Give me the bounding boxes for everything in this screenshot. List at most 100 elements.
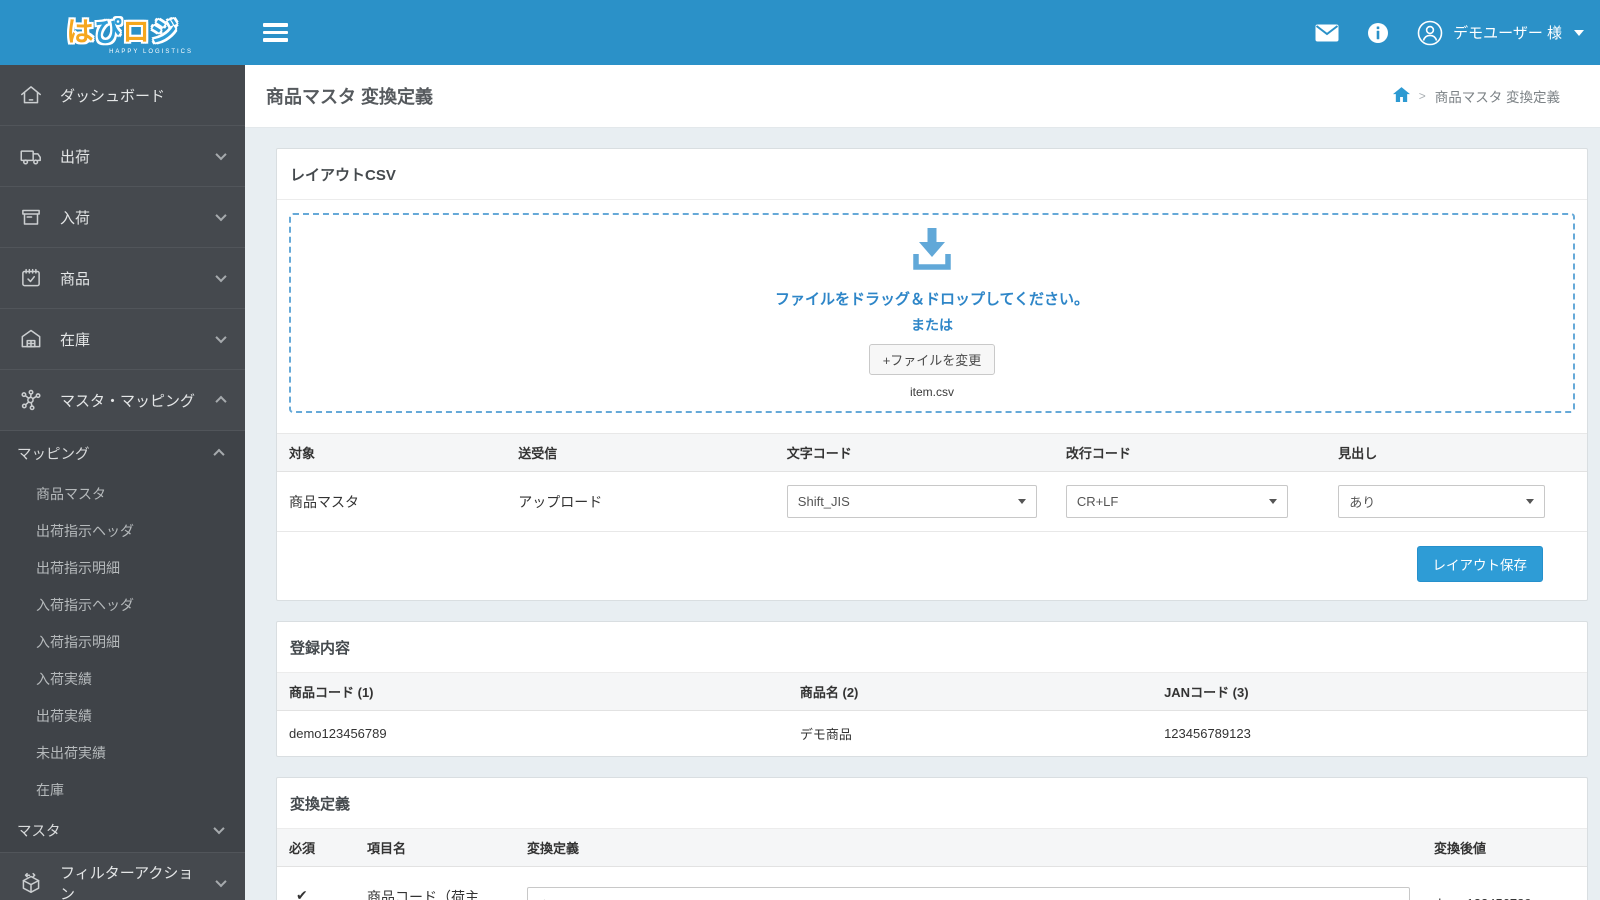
registered-content-panel: 登録内容 商品コード (1) 商品名 (2) JANコード (3) demo12… [276,621,1588,757]
home-icon [17,81,45,109]
dropzone-or-label: または [911,317,953,333]
save-layout-button[interactable]: レイアウト保存 [1416,546,1543,582]
col-target: 対象 [277,433,507,472]
required-check-icon: ✔ [296,887,308,900]
col-conversion-def: 変換定義 [515,829,1422,867]
product-name-value: デモ商品 [799,727,852,742]
sidebar-item-master-mapping[interactable]: マスタ・マッピング [0,370,245,431]
chevron-down-icon [215,875,227,888]
sidebar: はぴロジ HAPPY LOGISTICS ダッシュボード 出荷 入荷 商品 在庫… [0,0,245,900]
table-header-row: 対象 送受信 文字コード 改行コード 見出し [277,433,1587,472]
sidebar-item-dashboard[interactable]: ダッシュボード [0,65,245,126]
inbox-icon [17,203,45,231]
calendar-check-icon [17,264,45,292]
chevron-up-icon [213,448,225,461]
dropzone-message: ファイルをドラッグ＆ドロップしてください。 [774,291,1090,308]
topbar: デモユーザー 様 [245,0,1600,65]
chevron-down-icon [215,270,227,283]
item-name-value: 商品コード（荷主用） [367,889,479,900]
panel-title: レイアウトCSV [277,149,1587,200]
charset-select[interactable]: Shift_JIS [786,485,1037,518]
cube-icon [17,869,45,897]
sidebar-item-inventory[interactable]: 在庫 [0,309,245,370]
linebreak-select[interactable]: CR+LF [1065,485,1288,518]
page-title: 商品マスタ 変換定義 [266,87,434,107]
col-charset: 文字コード [774,433,1054,472]
info-icon[interactable] [1367,22,1389,44]
submenu-item-recv-instr-header[interactable]: 入荷指示ヘッダ [0,586,245,623]
user-circle-icon [1417,20,1443,46]
target-value: 商品マスタ [277,471,507,532]
col-jan-code: JANコード (3) [1152,673,1587,711]
dropdown-caret-icon [1017,499,1026,504]
breadcrumb: > 商品マスタ 変換定義 [1392,86,1560,106]
chevron-down-icon [215,209,227,222]
sidebar-item-products[interactable]: 商品 [0,248,245,309]
col-product-name: 商品名 (2) [787,673,1153,711]
submenu-item-recv-instr-detail[interactable]: 入荷指示明細 [0,623,245,660]
breadcrumb-separator: > [1418,89,1426,103]
chevron-up-icon [215,395,227,408]
col-converted-value: 変換後値 [1422,829,1587,867]
col-linebreak: 改行コード [1053,433,1327,472]
dropdown-caret-icon [1526,499,1535,504]
page-header: 商品マスタ 変換定義 > 商品マスタ 変換定義 [245,65,1600,128]
submenu-item-product-master[interactable]: 商品マスタ [0,475,245,512]
download-icon [908,227,956,278]
dropdown-caret-icon [1268,499,1277,504]
submenu-header-mapping[interactable]: マッピング [0,431,245,475]
col-direction: 送受信 [506,433,775,472]
selected-filename: item.csv [909,385,954,399]
caret-down-icon [1574,29,1584,36]
file-dropzone[interactable]: ファイルをドラッグ＆ドロップしてください。 または +ファイルを変更 item.… [289,213,1575,413]
change-file-button[interactable]: +ファイルを変更 [868,344,996,375]
topbar-right: デモユーザー 様 [1315,20,1584,46]
sidebar-item-filter-action[interactable]: フィルターアクション [0,853,245,900]
heading-select[interactable]: あり [1338,485,1546,518]
converted-value: demo123456789 [1422,867,1587,900]
content: レイアウトCSV ファイルをドラッグ＆ドロップしてください。 または +ファイル… [245,128,1600,900]
jan-code-value: 123456789123 [1164,726,1251,741]
submenu-item-ship-instr-detail[interactable]: 出荷指示明細 [0,549,245,586]
warehouse-icon [17,325,45,353]
sidebar-item-receiving[interactable]: 入荷 [0,187,245,248]
col-item-name: 項目名 [355,829,515,867]
submenu-item-ship-instr-header[interactable]: 出荷指示ヘッダ [0,512,245,549]
layout-csv-panel: レイアウトCSV ファイルをドラッグ＆ドロップしてください。 または +ファイル… [276,148,1588,601]
main-area: デモユーザー 様 商品マスタ 変換定義 > 商品マスタ 変換定義 レイアウトCS… [245,0,1600,900]
user-label: デモユーザー 様 [1453,25,1562,42]
sidebar-nav: ダッシュボード 出荷 入荷 商品 在庫 マスタ・マッピング マッピング 商品マス… [0,65,245,900]
submenu-header-master[interactable]: マスタ [0,808,245,852]
breadcrumb-current: 商品マスタ 変換定義 [1434,90,1560,105]
conversion-definition-select[interactable]: 商品コード (1) [527,887,1410,900]
table-header-row: 必須 項目名 変換定義 変換後値 [277,829,1587,867]
direction-value: アップロード [506,471,775,532]
panel-title: 登録内容 [277,622,1587,673]
chevron-down-icon [213,822,225,835]
table-row: 商品マスタ アップロード Shift_JIS CR+LF あり [277,471,1587,532]
sidebar-item-shipping[interactable]: 出荷 [0,126,245,187]
home-icon[interactable] [1392,87,1410,105]
conversion-definition-panel: 変換定義 必須 項目名 変換定義 変換後値 ✔ 商品コード（荷主 [276,777,1588,900]
registered-content-table: 商品コード (1) 商品名 (2) JANコード (3) demo1234567… [277,673,1587,756]
submenu-item-recv-results[interactable]: 入荷実績 [0,660,245,697]
logo-subtitle: HAPPY LOGISTICS [109,49,193,55]
table-row: demo123456789 デモ商品 123456789123 [277,711,1587,757]
mapping-submenu: マッピング 商品マスタ 出荷指示ヘッダ 出荷指示明細 入荷指示ヘッダ 入荷指示明… [0,431,245,853]
submenu-item-inventory[interactable]: 在庫 [0,771,245,808]
submenu-item-ship-results[interactable]: 出荷実績 [0,697,245,734]
conversion-table: 必須 項目名 変換定義 変換後値 ✔ 商品コード（荷主用） 商品 [277,829,1587,900]
save-row: レイアウト保存 [277,532,1587,582]
table-row: ✔ 商品コード（荷主用） 商品コード (1) 変換なし [277,867,1587,900]
network-icon [17,386,45,414]
submenu-item-unshipped-results[interactable]: 未出荷実績 [0,734,245,771]
user-menu[interactable]: デモユーザー 様 [1417,20,1584,46]
table-header-row: 商品コード (1) 商品名 (2) JANコード (3) [277,673,1587,711]
panel-title: 変換定義 [277,778,1587,829]
brand-logo[interactable]: はぴロジ HAPPY LOGISTICS [0,0,245,65]
hamburger-icon[interactable] [257,17,294,48]
app-root: はぴロジ HAPPY LOGISTICS ダッシュボード 出荷 入荷 商品 在庫… [0,0,1600,900]
mail-icon[interactable] [1315,24,1339,42]
chevron-down-icon [215,148,227,161]
logo-text: はぴロジ [66,17,179,47]
